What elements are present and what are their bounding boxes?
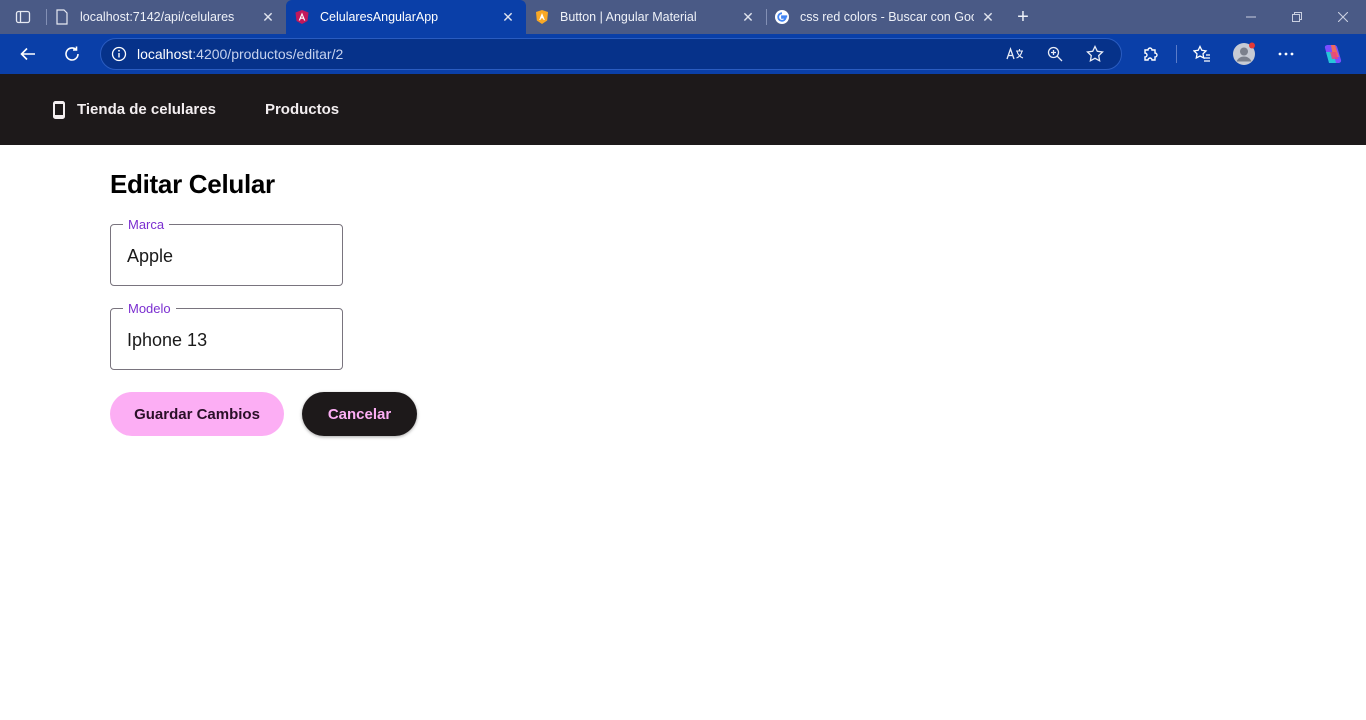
cancel-button[interactable]: Cancelar	[302, 392, 417, 436]
minimize-button[interactable]	[1228, 0, 1274, 34]
browser-tab-api[interactable]: localhost:7142/api/celulares ✕	[46, 0, 286, 34]
plus-icon: +	[1017, 5, 1029, 28]
browser-tab-strip: localhost:7142/api/celulares ✕ Celulares…	[0, 0, 1366, 34]
new-tab-button[interactable]: +	[1006, 0, 1040, 34]
nav-productos[interactable]: Productos	[265, 101, 339, 118]
angular-material-icon	[534, 9, 550, 25]
close-tab-icon[interactable]: ✕	[260, 9, 276, 25]
browser-toolbar: localhost:4200/productos/editar/2	[0, 34, 1366, 74]
avatar-icon	[1233, 42, 1255, 65]
brand-title: Tienda de celulares	[77, 101, 216, 118]
restore-button[interactable]	[1274, 0, 1320, 34]
browser-tab-celulares-app[interactable]: CelularesAngularApp ✕	[286, 0, 526, 34]
tab-title: Button | Angular Material	[560, 10, 697, 24]
close-tab-icon[interactable]: ✕	[980, 9, 996, 25]
favorites-button[interactable]	[1181, 38, 1223, 70]
refresh-icon	[65, 46, 79, 61]
smartphone-icon	[52, 100, 65, 119]
settings-more-button[interactable]	[1265, 38, 1307, 70]
angular-icon	[294, 9, 310, 25]
close-icon	[1338, 12, 1348, 22]
form-actions: Guardar Cambios Cancelar	[110, 392, 1110, 436]
url-host: localhost	[137, 46, 193, 62]
favorites-icon	[1193, 45, 1210, 62]
site-info-icon[interactable]	[101, 46, 137, 62]
save-changes-button[interactable]: Guardar Cambios	[110, 392, 284, 436]
browser-tab-angular-material[interactable]: Button | Angular Material ✕	[526, 0, 766, 34]
copilot-button[interactable]	[1311, 38, 1353, 70]
tab-actions-button[interactable]	[0, 0, 46, 34]
translate-icon	[1006, 47, 1024, 60]
browser-tab-google[interactable]: css red colors - Buscar con Googl ✕	[766, 0, 1006, 34]
window-controls	[1228, 0, 1366, 34]
close-tab-icon[interactable]: ✕	[740, 9, 756, 25]
extensions-button[interactable]	[1130, 38, 1172, 70]
zoom-in-icon	[1047, 46, 1063, 62]
modelo-input[interactable]	[111, 309, 342, 369]
page-title: Editar Celular	[110, 169, 275, 199]
page-icon	[54, 9, 70, 25]
star-icon	[1086, 45, 1104, 63]
tab-title: localhost:7142/api/celulares	[80, 10, 235, 24]
refresh-button[interactable]	[52, 38, 92, 70]
tab-title: CelularesAngularApp	[320, 10, 439, 24]
back-button[interactable]	[8, 38, 48, 70]
puzzle-icon	[1144, 47, 1158, 61]
app-toolbar: Tienda de celulares Productos	[0, 74, 1366, 145]
url-path: :4200/productos/editar/2	[192, 46, 344, 62]
toolbar-divider	[1176, 45, 1177, 63]
marca-field: Marca	[110, 217, 343, 286]
close-window-button[interactable]	[1320, 0, 1366, 34]
browser-toolbar-right	[1130, 34, 1353, 74]
profile-button[interactable]	[1223, 38, 1265, 70]
close-tab-icon[interactable]: ✕	[500, 9, 516, 25]
restore-icon	[1292, 12, 1302, 22]
edit-phone-page: Editar Celular Marca Modelo Guardar Camb…	[110, 145, 1110, 436]
tab-actions-icon	[15, 10, 31, 24]
address-url: localhost:4200/productos/editar/2	[137, 46, 343, 62]
modelo-field: Modelo	[110, 301, 343, 370]
copilot-icon	[1324, 45, 1342, 63]
arrow-left-icon	[20, 47, 35, 61]
brand-link[interactable]: Tienda de celulares	[52, 100, 216, 119]
minimize-icon	[1246, 16, 1256, 18]
tab-title: css red colors - Buscar con Googl	[800, 10, 974, 24]
zoom-button[interactable]	[1035, 39, 1075, 69]
favorite-button[interactable]	[1075, 39, 1115, 69]
more-icon	[1278, 52, 1294, 56]
address-bar-actions	[995, 39, 1115, 69]
read-aloud-button[interactable]	[995, 39, 1035, 69]
google-icon	[774, 9, 790, 25]
address-bar[interactable]: localhost:4200/productos/editar/2	[100, 38, 1122, 70]
marca-input[interactable]	[111, 225, 342, 285]
